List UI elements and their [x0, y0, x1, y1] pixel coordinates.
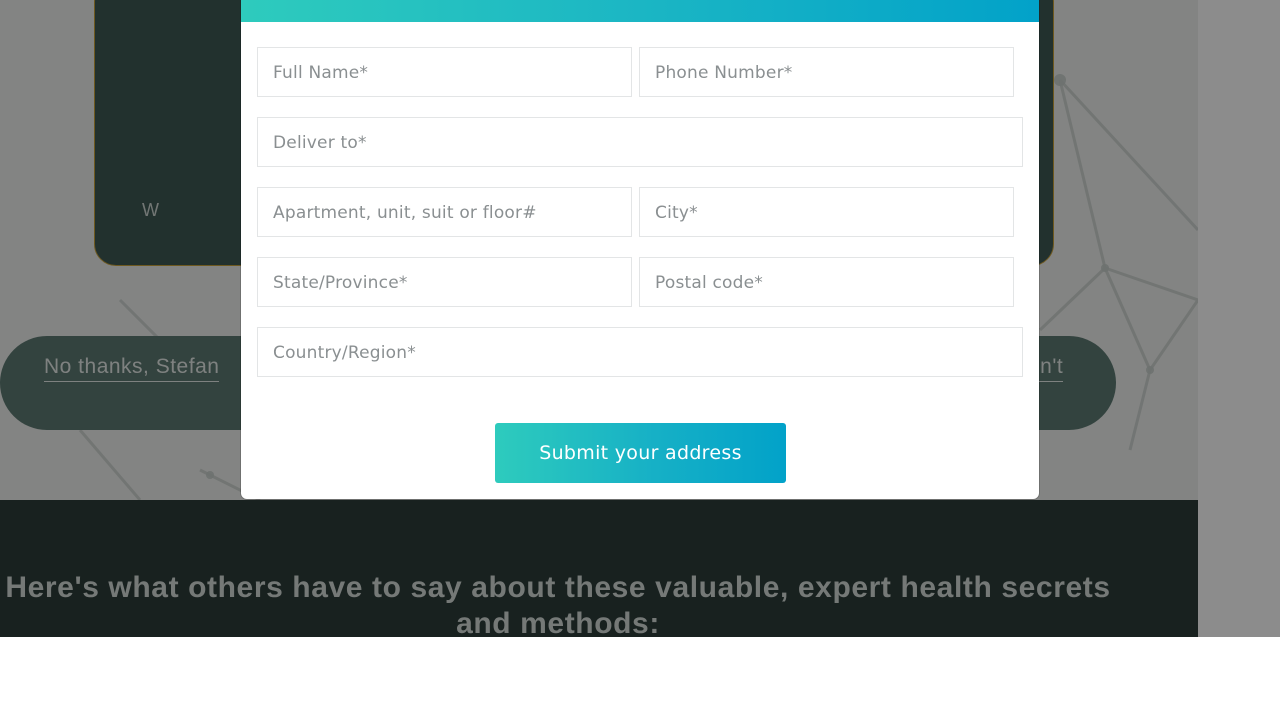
submit-address-button[interactable]: Submit your address [495, 423, 786, 483]
country-region-field[interactable] [257, 327, 1023, 377]
full-name-field[interactable] [257, 47, 632, 97]
modal-header-bar [241, 0, 1039, 22]
city-field[interactable] [639, 187, 1014, 237]
page-bottom-area [0, 637, 1280, 720]
postal-code-field[interactable] [639, 257, 1014, 307]
deliver-to-field[interactable] [257, 117, 1023, 167]
state-province-field[interactable] [257, 257, 632, 307]
phone-number-field[interactable] [639, 47, 1014, 97]
apartment-field[interactable] [257, 187, 632, 237]
address-form-modal: Submit your address [241, 0, 1039, 499]
